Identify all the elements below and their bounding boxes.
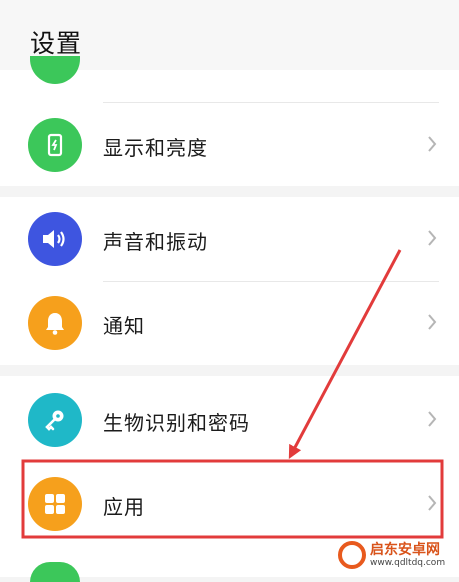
settings-item-label: 显示和亮度 <box>103 136 208 160</box>
settings-item-sound[interactable]: 声音和振动 <box>0 197 459 281</box>
settings-item-display[interactable]: 显示和亮度 <box>0 103 459 187</box>
apps-grid-icon <box>28 477 82 531</box>
settings-item-label: 生物识别和密码 <box>103 411 250 435</box>
chevron-right-icon <box>428 495 437 511</box>
page-title: 设置 <box>30 29 83 58</box>
settings-item-notifications[interactable]: 通知 <box>0 281 459 365</box>
chevron-right-icon <box>428 136 437 152</box>
key-icon <box>28 393 82 447</box>
settings-item-biometrics[interactable]: 生物识别和密码 <box>0 378 459 462</box>
watermark-url: www.qdltdq.com <box>370 557 446 568</box>
watermark-name: 启东安卓网 <box>370 541 440 558</box>
chevron-right-icon <box>428 230 437 246</box>
settings-item-label: 通知 <box>103 314 145 338</box>
display-brightness-icon <box>28 118 82 172</box>
settings-group-sound: 声音和振动 通知 <box>0 197 459 365</box>
settings-item-label: 声音和振动 <box>103 230 208 254</box>
settings-item-apps[interactable]: 应用 <box>0 462 459 546</box>
watermark-logo-icon <box>338 541 366 569</box>
chevron-right-icon <box>428 411 437 427</box>
settings-group-display: 显示和亮度 <box>0 56 459 187</box>
bell-icon <box>28 296 82 350</box>
speaker-icon <box>28 212 82 266</box>
chevron-right-icon <box>428 314 437 330</box>
watermark: 启东安卓网 www.qdltdq.com <box>338 538 445 572</box>
partial-item-icon <box>30 56 80 84</box>
partial-item-icon <box>30 562 80 582</box>
settings-item-label: 应用 <box>103 495 145 519</box>
